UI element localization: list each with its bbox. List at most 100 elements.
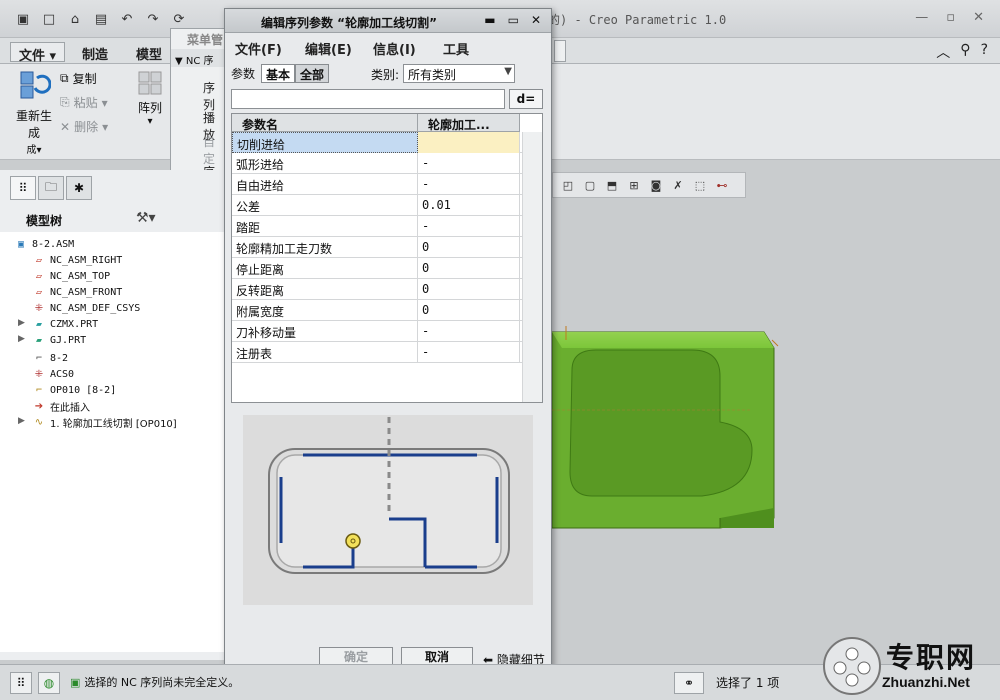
dialog-titlebar[interactable]: 编辑序列参数 “轮廓加工线切割” ▬ ▭ ✕ [225,9,551,33]
tree-node-part[interactable]: ▰ GJ.PRT [32,332,86,348]
tree-node-assembly[interactable]: ▣ 8-2.ASM [14,236,74,252]
camera-icon[interactable]: ◙ [647,176,665,194]
menu-manager-submenu[interactable]: ▼ NC 序 [171,49,227,67]
table-row[interactable]: 踏距 - [232,216,522,237]
table-row[interactable]: 注册表 - [232,342,522,363]
mm-item-custom[interactable]: 自定 [203,133,225,167]
redo-icon[interactable]: ↷ [144,10,162,28]
tree-node-datum-plane[interactable]: ▱ NC_ASM_TOP [32,268,110,284]
display-style-icon[interactable]: ⬒ [603,176,621,194]
table-row[interactable]: 公差 0.01 [232,195,522,216]
refit-icon[interactable]: ◰ [559,176,577,194]
copy-button[interactable]: ⧉ 复制 [60,70,97,87]
param-value-cell[interactable]: - [418,174,520,195]
expand-arrow-icon[interactable]: ▶ [18,318,25,328]
tree-node-nc-sequence[interactable]: ∿ 1. 轮廓加工线切割 [OP010] [32,414,177,430]
pattern-button[interactable]: 阵列 ▾ [132,70,168,127]
datum-tick [771,339,779,347]
delete-button[interactable]: ✕ 删除 ▾ [60,118,108,135]
close-window-button[interactable]: ✕ [973,10,984,25]
menu-edit[interactable]: 编辑(E) [305,39,352,58]
tree-node-operation[interactable]: ⌐ OP010 [8-2] [32,382,116,398]
param-value-cell[interactable] [418,132,520,153]
graphics-viewport[interactable] [551,200,1000,660]
minimize-button[interactable]: — [915,10,928,25]
table-row[interactable]: 反转距离 0 [232,279,522,300]
tree-node-csys[interactable]: ⁜ ACS0 [32,366,74,382]
paste-button[interactable]: ⎘ 粘贴 ▾ [60,94,108,111]
tree-node-datum-plane[interactable]: ▱ NC_ASM_FRONT [32,284,122,300]
browser-toggle-icon[interactable]: ◍ [38,672,60,694]
spin-center-icon[interactable]: ⊷ [713,176,731,194]
mm-item-sequence[interactable]: 序列 [203,79,225,113]
category-select[interactable]: 所有类别 ▼ [403,64,515,83]
coordinate-system-icon: ⁜ [34,368,44,380]
dialog-close-button[interactable]: ✕ [531,13,541,27]
pattern-dropdown-icon[interactable]: ▾ [132,116,168,127]
save-icon[interactable]: ▤ [92,10,110,28]
part-icon: ▰ [35,318,43,330]
menu-info[interactable]: 信息(I) [373,39,416,58]
param-value-cell[interactable]: 0 [418,279,520,300]
param-value-cell[interactable]: - [418,342,520,363]
tree-node-datum-plane[interactable]: ▱ NC_ASM_RIGHT [32,252,122,268]
param-value-input[interactable] [231,89,505,109]
table-row[interactable]: 弧形进给 - [232,153,522,174]
menu-file[interactable]: 文件(F) [235,39,282,58]
tree-node-insert-here[interactable]: ➔ 在此插入 [32,398,90,414]
navigator-toggle-icon[interactable]: ⠿ [10,672,32,694]
filter-binoculars-icon[interactable]: ⚭ [674,672,704,694]
basic-toggle-button[interactable]: 基本 [261,64,296,83]
folder-browser-tab-icon[interactable]: 🗀 [38,176,64,200]
dialog-minimize-button[interactable]: ▬ [484,13,495,27]
param-value-cell[interactable]: 0 [418,300,520,321]
param-value-cell[interactable]: 0.01 [418,195,520,216]
tree-settings-icon[interactable]: ⚒▾ [136,210,156,226]
relations-button[interactable]: d= [509,89,543,109]
table-row[interactable]: 自由进给 - [232,174,522,195]
open-folder-icon[interactable]: ⌂ [66,10,84,28]
table-row[interactable]: 附属宽度 0 [232,300,522,321]
table-row[interactable]: 刀补移动量 - [232,321,522,342]
param-value-cell[interactable]: - [418,321,520,342]
help-icon[interactable]: ? [981,42,988,62]
all-toggle-button[interactable]: 全部 [295,64,330,83]
column-header-name[interactable]: 参数名 [232,114,418,132]
expand-arrow-icon[interactable]: ▶ [18,416,25,426]
table-row[interactable]: 切削进给 [232,132,522,153]
favorites-tab-icon[interactable]: ✱ [66,176,92,200]
param-value-cell[interactable]: - [418,153,520,174]
saved-views-icon[interactable]: ▢ [581,176,599,194]
menu-tools[interactable]: 工具 [443,39,469,58]
table-row[interactable]: 轮廓精加工走刀数 0 [232,237,522,258]
table-scrollbar[interactable] [522,132,542,402]
regenerate-button[interactable]: 重新生成 成▾ [12,68,56,156]
regenerate-quick-icon[interactable]: ⟳ [170,10,188,28]
param-name-cell: 反转距离 [232,279,418,300]
tree-node-part[interactable]: ▰ CZMX.PRT [32,316,98,332]
tree-node-workcell[interactable]: ⌐ 8-2 [32,350,68,366]
regenerate-dropdown-icon[interactable]: 成▾ [12,141,56,156]
tab-file[interactable]: 文件 ▾ [10,42,66,64]
tab-manufacturing[interactable]: 制造 [74,42,116,63]
status-message-text: 选择的 NC 序列尚未完全定义。 [84,676,240,689]
maximize-button[interactable]: ▫ [946,10,955,25]
new-file-icon[interactable]: □ [40,10,58,28]
undo-icon[interactable]: ↶ [118,10,136,28]
datum-display-icon[interactable]: ⊞ [625,176,643,194]
collapse-ribbon-icon[interactable]: ︿ [936,42,950,62]
table-row[interactable]: 停止距离 0 [232,258,522,279]
app-logo-icon[interactable]: ▣ [14,10,32,28]
dialog-maximize-button[interactable]: ▭ [508,13,519,27]
tree-node-csys[interactable]: ⁜ NC_ASM_DEF_CSYS [32,300,141,316]
expand-arrow-icon[interactable]: ▶ [18,334,25,344]
search-icon[interactable]: ⚲ [960,42,970,62]
tab-model[interactable]: 模型 [128,42,170,63]
annotation-icon[interactable]: ✗ [669,176,687,194]
param-value-cell[interactable]: 0 [418,237,520,258]
param-value-cell[interactable]: - [418,216,520,237]
param-value-cell[interactable]: 0 [418,258,520,279]
perspective-icon[interactable]: ⬚ [691,176,709,194]
model-tree-tab-icon[interactable]: ⠿ [10,176,36,200]
column-header-value[interactable]: 轮廓加工... [418,114,520,132]
